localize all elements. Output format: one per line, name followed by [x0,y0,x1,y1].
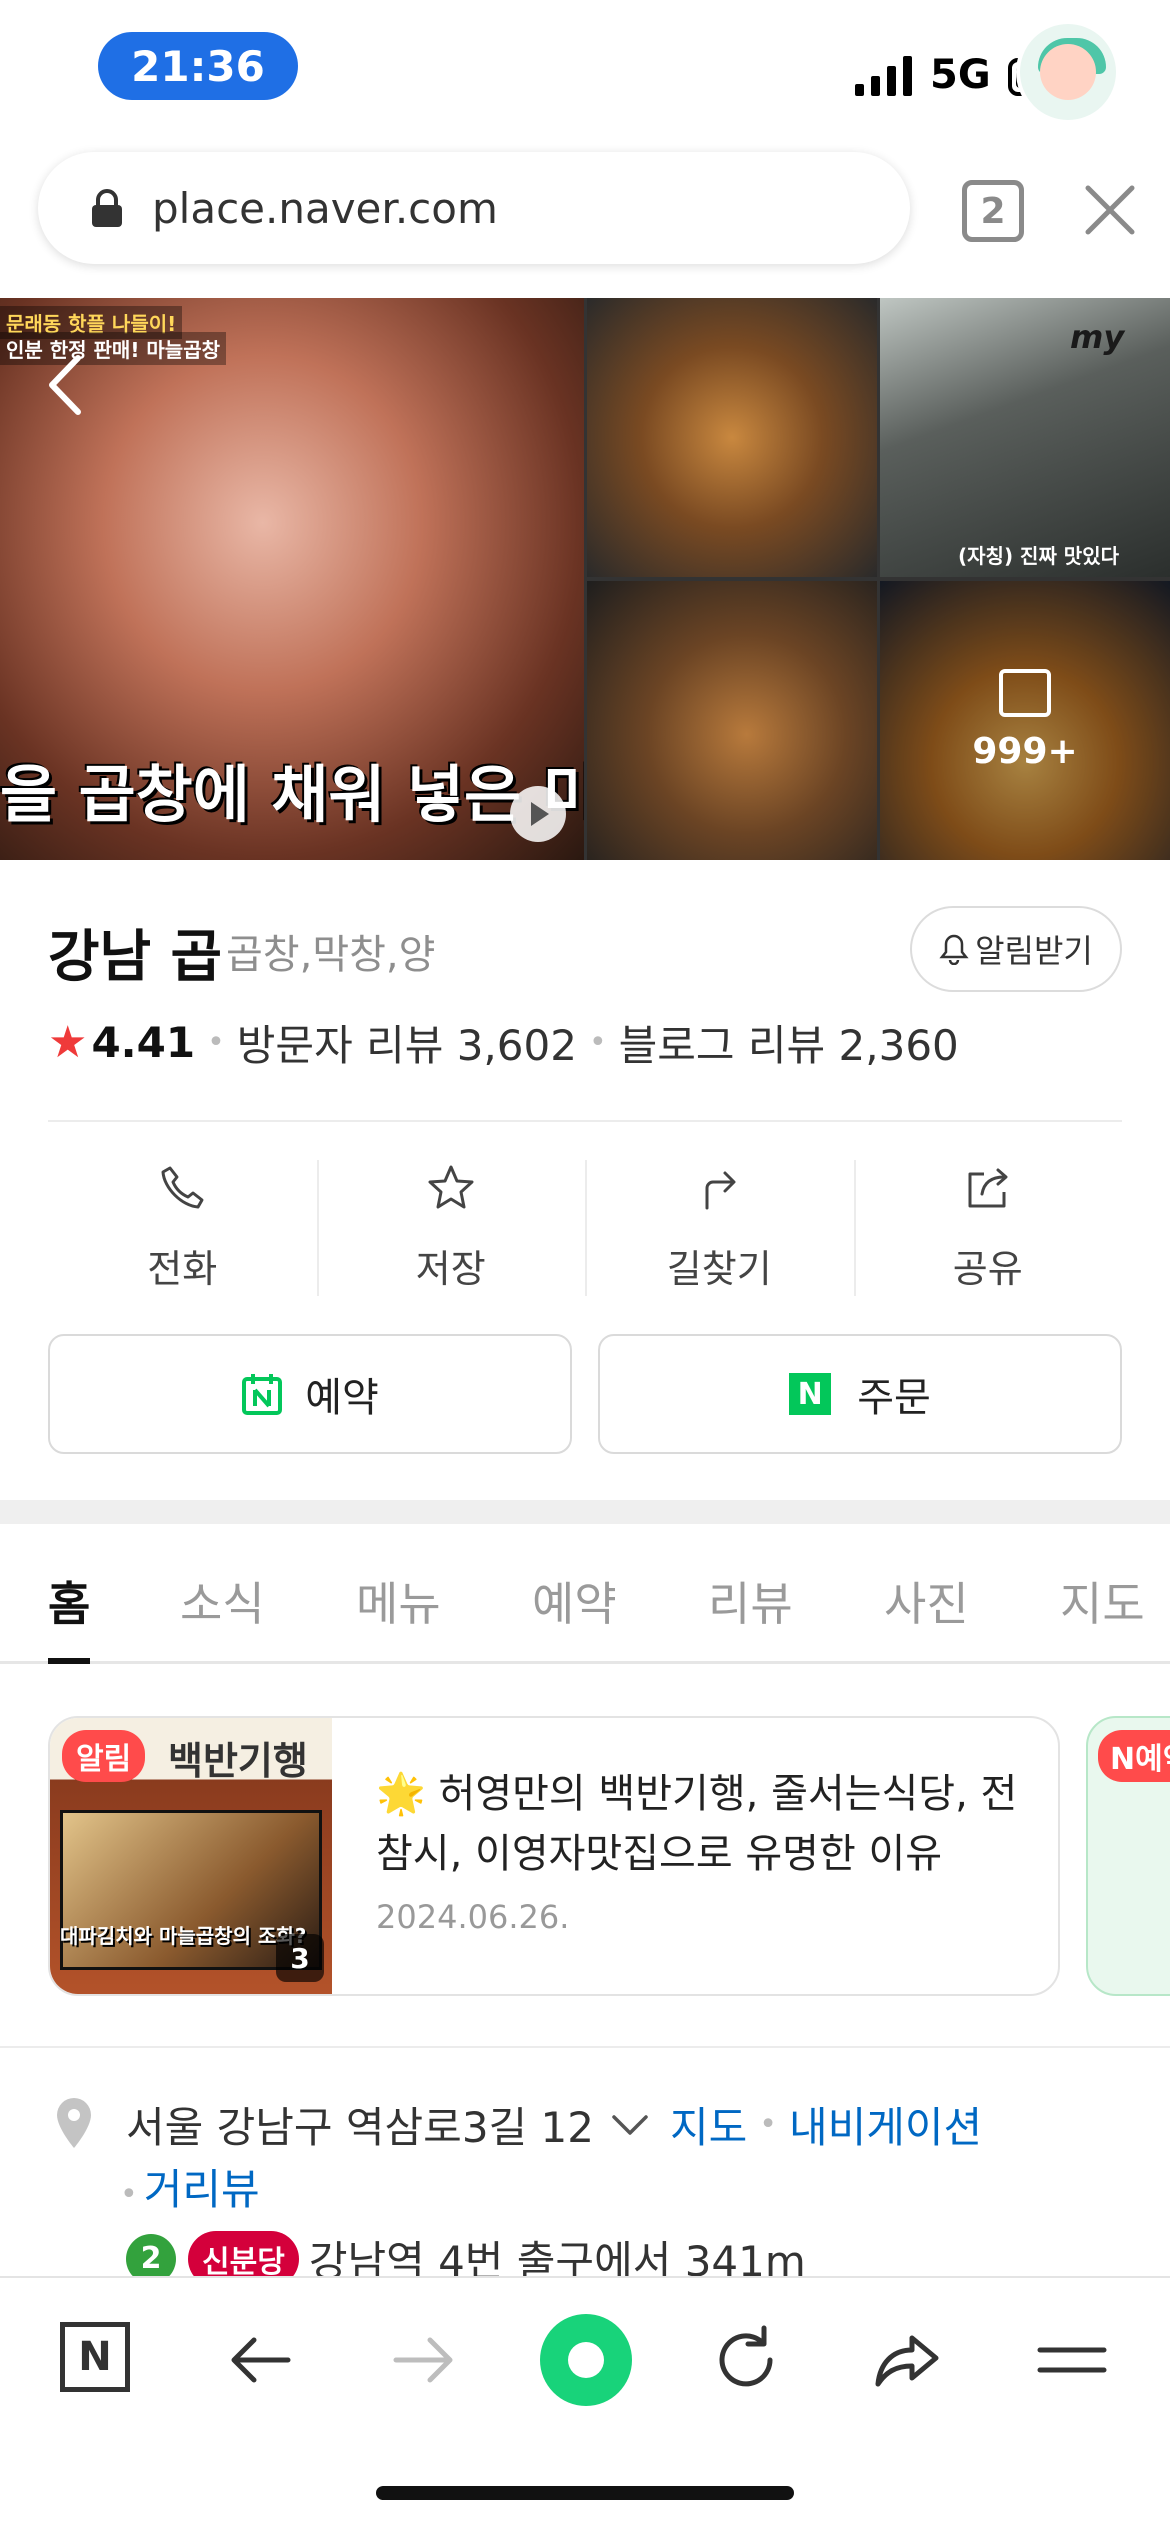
notify-label: 알림받기 [975,932,1093,970]
photo-tile[interactable]: (자칭) 진짜 맛있다 [880,298,1170,577]
directions-label: 길찾기 [666,1247,772,1291]
section-divider [0,2046,1170,2048]
thumb-title: 백반기행 [168,1738,308,1783]
photo-caption: 을 곱창에 채워 넣은 미 [0,758,584,831]
tabs-button[interactable]: 2 [962,180,1024,242]
forward-arrow-icon[interactable] [382,2320,462,2400]
notify-button[interactable]: 알림받기 [910,906,1122,992]
address-text: 서울 강남구 역삼로3길 12 [126,2103,594,2152]
directions-button[interactable]: 길찾기 [585,1160,854,1296]
section-divider [0,1500,1170,1524]
call-label: 전화 [147,1247,218,1291]
tab-review[interactable]: 리뷰 [708,1568,793,1634]
tab-bar: 홈 소식 메뉴 예약 리뷰 사진 지도 [0,1524,1170,1664]
navigation-link[interactable]: 내비게이션 [789,2094,982,2155]
address-row: 서울 강남구 역삼로3길 12 지도 • 내비게이션 [126,2094,982,2155]
naver-n-icon: N [789,1373,832,1415]
tab-menu[interactable]: 메뉴 [356,1568,441,1634]
order-label: 주문 [857,1375,931,1421]
naver-green-dot-icon[interactable] [540,2314,632,2406]
signal-icon [855,56,912,96]
address-bar[interactable]: place.naver.com [38,152,910,264]
map-link[interactable]: 지도 [670,2094,747,2155]
close-icon[interactable] [1080,180,1140,240]
share-button[interactable]: 공유 [853,1160,1123,1296]
image-icon [999,669,1051,717]
active-tab-indicator [48,1658,90,1664]
main-photo[interactable]: 문래동 핫플 나들이! 인분 한정 판매! 마늘곱창 을 곱창에 채워 넣은 미 [0,298,584,860]
network-label: 5G [930,52,991,98]
photo-banner-2: 인분 한정 판매! 마늘곱창 [0,332,227,365]
call-button[interactable]: 전화 [48,1160,317,1296]
address-row-2: • 거리뷰 [120,2165,260,2214]
lock-icon [92,189,122,227]
news-date: 2024.06.26. [376,1898,570,1936]
photo-tile-more[interactable]: 999+ [880,581,1170,860]
url-text: place.naver.com [152,183,498,233]
photo-tile[interactable] [587,581,877,860]
visitor-reviews-link[interactable]: 방문자 리뷰 3,602 [237,1012,577,1073]
chevron-down-icon[interactable] [610,2112,650,2138]
star-outline-icon [428,1165,474,1209]
phone-icon [161,1166,204,1209]
status-time: 21:36 [98,32,298,100]
directions-icon [705,1171,736,1210]
divider [48,1120,1122,1122]
calendar-icon [242,1374,283,1415]
place-name: 강남 곱 [48,925,223,990]
chevron-left-icon[interactable] [40,350,90,420]
play-icon[interactable] [510,786,566,842]
news-title: 🌟 허영만의 백반기행, 줄서는식당, 전참시, 이영자맛집으로 유명한 이유 [376,1771,1018,1877]
photo-more-count: 999+ [972,731,1078,772]
news-card[interactable]: 백반기행 대파김치와 마늘곱창의 조화? 알림 3 🌟 허영만의 백반기행, 줄… [48,1716,1060,1996]
place-category: 곱창,막창,양 [226,932,436,978]
tab-news[interactable]: 소식 [180,1568,265,1634]
photo-gallery[interactable]: 문래동 핫플 나들이! 인분 한정 판매! 마늘곱창 을 곱창에 채워 넣은 미… [0,298,1170,860]
action-row: 전화 저장 길찾기 공유 [48,1160,1122,1296]
status-bar: 21:36 5G [0,0,1170,140]
next-news-badge: N예약 [1098,1730,1170,1782]
share-label: 공유 [952,1247,1023,1291]
bell-icon [939,934,969,965]
naver-home-icon[interactable]: N [60,2322,130,2392]
save-button[interactable]: 저장 [316,1160,586,1296]
order-button[interactable]: N 주문 [598,1334,1122,1454]
share-icon [968,1168,1008,1208]
location-pin-icon [57,2098,91,2148]
street-view-link[interactable]: 거리뷰 [144,2165,260,2214]
reserve-label: 예약 [305,1375,379,1421]
menu-icon[interactable] [1032,2320,1112,2400]
reserve-button[interactable]: 예약 [48,1334,572,1454]
thumb-caption: 대파김치와 마늘곱창의 조화? [60,1924,307,1948]
news-badge: 알림 [62,1730,146,1782]
photo-tile[interactable] [587,298,877,577]
my-label: my [1070,318,1125,356]
rating-row: ★ 4.41 • 방문자 리뷰 3,602 • 블로그 리뷰 2,360 [48,1012,959,1073]
tab-reservation[interactable]: 예약 [532,1568,617,1634]
tab-map[interactable]: 지도 [1060,1568,1145,1634]
my-avatar[interactable] [1016,20,1120,124]
home-indicator [376,2486,794,2500]
reload-icon[interactable] [706,2320,786,2400]
news-thumbnail: 백반기행 대파김치와 마늘곱창의 조화? 알림 3 [50,1718,332,1994]
news-image-count: 3 [276,1934,324,1982]
photo-caption: (자칭) 진짜 맛있다 [958,544,1120,568]
blog-reviews-link[interactable]: 블로그 리뷰 2,360 [619,1012,959,1073]
save-label: 저장 [415,1247,486,1291]
tab-home[interactable]: 홈 [48,1568,90,1634]
next-news-card[interactable]: N예약 [1086,1716,1170,1996]
tab-photo[interactable]: 사진 [884,1568,969,1634]
share-arrow-icon[interactable] [868,2320,948,2400]
rating-value: 4.41 [91,1018,196,1067]
star-icon: ★ [48,1017,88,1068]
back-arrow-icon[interactable] [222,2320,302,2400]
